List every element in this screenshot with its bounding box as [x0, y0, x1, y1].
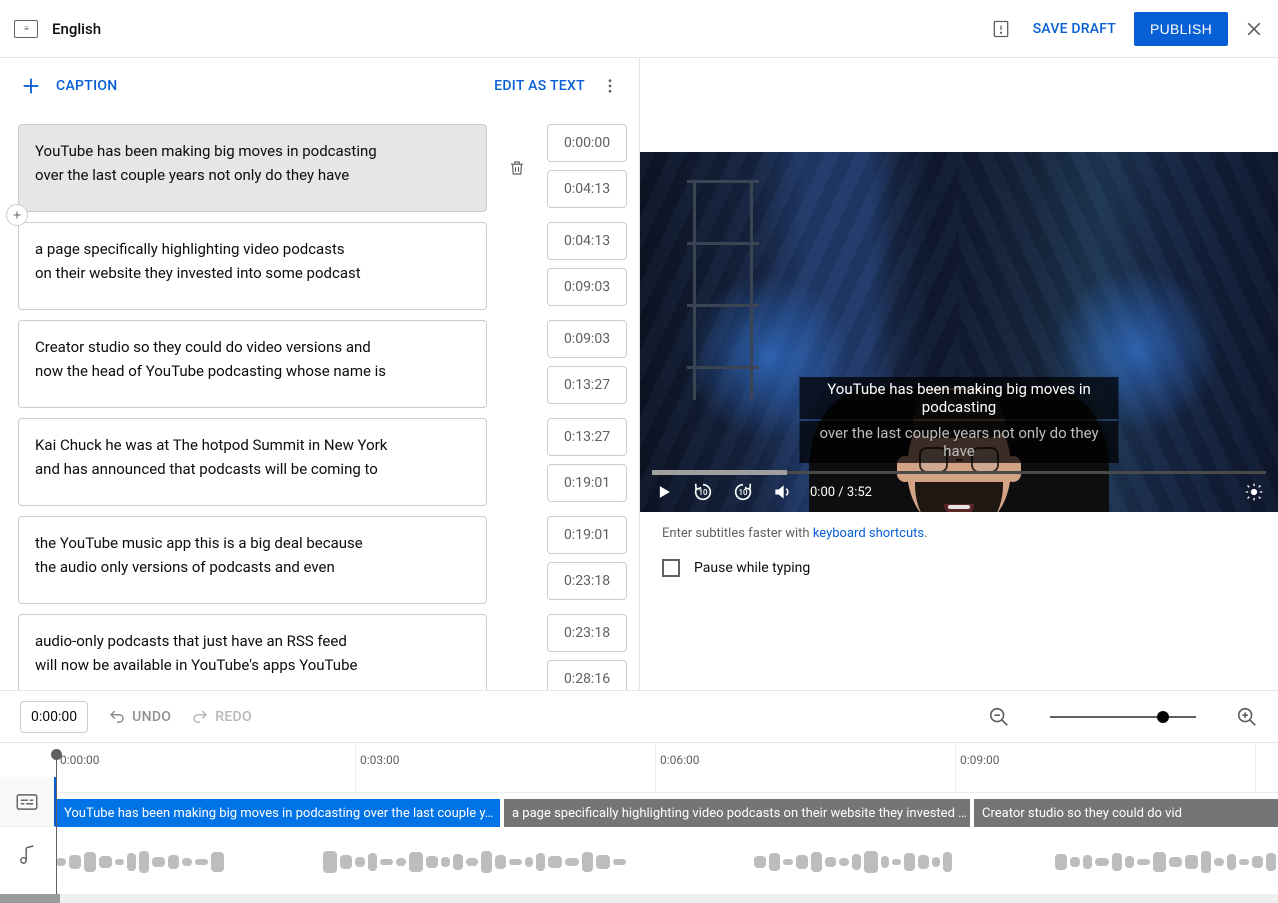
keyboard-shortcuts-link[interactable]: keyboard shortcuts — [813, 526, 924, 541]
insert-caption-icon[interactable] — [6, 204, 28, 226]
undo-button[interactable]: UNDO — [108, 708, 171, 726]
volume-icon[interactable] — [772, 482, 792, 502]
caption-end-time[interactable]: 0:19:01 — [547, 464, 627, 502]
ruler-tick: 0:03:00 — [356, 743, 656, 792]
caption-start-time[interactable]: 0:13:27 — [547, 418, 627, 456]
caption-button[interactable]: CAPTION — [56, 78, 118, 94]
settings-icon[interactable] — [1244, 482, 1264, 502]
pause-while-typing-label: Pause while typing — [694, 560, 810, 576]
timeline-scrollbar[interactable] — [0, 894, 1278, 903]
caption-row: the YouTube music app this is a big deal… — [18, 516, 627, 604]
caption-row: Kai Chuck he was at The hotpod Summit in… — [18, 418, 627, 506]
captions-track-icon[interactable] — [0, 777, 56, 827]
captions-toolbar: CAPTION EDIT AS TEXT — [0, 58, 639, 114]
captions-track[interactable]: YouTube has been making big moves in pod… — [56, 793, 1278, 829]
caption-time-column: 0:19:01 0:23:18 — [547, 516, 627, 604]
ruler-tick: 0:09:00 — [956, 743, 1256, 792]
main-area: CAPTION EDIT AS TEXT YouTube has been ma… — [0, 58, 1278, 690]
caption-row-actions — [503, 320, 531, 408]
ruler-tick: 0:00:00 — [56, 743, 356, 792]
add-caption-icon[interactable] — [20, 75, 42, 97]
save-draft-button[interactable]: SAVE DRAFT — [1033, 21, 1116, 37]
caption-start-time[interactable]: 0:19:01 — [547, 516, 627, 554]
timeline-ruler[interactable]: 0:00:000:03:000:06:000:09:000:11:04 — [56, 743, 1278, 793]
caption-row: Creator studio so they could do video ve… — [18, 320, 627, 408]
preview-panel: YouTube has been making big moves in pod… — [640, 58, 1278, 690]
caption-segment[interactable]: Creator studio so they could do vid — [974, 799, 1278, 827]
caption-row-actions — [503, 124, 531, 212]
caption-time-column: 0:09:03 0:13:27 — [547, 320, 627, 408]
caption-start-time[interactable]: 0:09:03 — [547, 320, 627, 358]
caption-segment[interactable]: a page specifically highlighting video p… — [504, 799, 970, 827]
audio-waveform[interactable] — [56, 829, 1278, 889]
zoom-in-icon[interactable] — [1236, 706, 1258, 728]
caption-text-input[interactable]: Kai Chuck he was at The hotpod Summit in… — [18, 418, 487, 506]
video-player[interactable]: YouTube has been making big moves in pod… — [640, 152, 1278, 512]
video-controls: 10 10 0:00 / 3:52 — [640, 472, 1278, 512]
publish-button[interactable]: PUBLISH — [1134, 12, 1228, 46]
pause-while-typing-row: Pause while typing — [640, 541, 1278, 595]
captions-panel: CAPTION EDIT AS TEXT YouTube has been ma… — [0, 58, 640, 690]
caption-end-time[interactable]: 0:09:03 — [547, 268, 627, 306]
play-icon[interactable] — [654, 482, 674, 502]
caption-text-input[interactable]: the YouTube music app this is a big deal… — [18, 516, 487, 604]
language-label: English — [52, 20, 101, 38]
caption-text-input[interactable]: a page specifically highlighting video p… — [18, 222, 487, 310]
timeline-tracks[interactable]: 0:00:000:03:000:06:000:09:000:11:04 YouT… — [56, 743, 1278, 894]
more-options-icon[interactable] — [601, 77, 619, 95]
shortcuts-hint: Enter subtitles faster with keyboard sho… — [640, 512, 1278, 541]
caption-row-actions — [503, 614, 531, 690]
delete-caption-icon[interactable] — [508, 159, 526, 177]
caption-row: YouTube has been making big moves in pod… — [18, 124, 627, 212]
timeline-time-input[interactable]: 0:00:00 — [20, 701, 88, 733]
pause-while-typing-checkbox[interactable] — [662, 559, 680, 577]
ruler-tick: 0:06:00 — [656, 743, 956, 792]
caption-end-time[interactable]: 0:28:16 — [547, 660, 627, 690]
playhead[interactable] — [56, 753, 57, 894]
caption-start-time[interactable]: 0:04:13 — [547, 222, 627, 260]
caption-time-column: 0:23:18 0:28:16 — [547, 614, 627, 690]
timeline-body: 0:00:000:03:000:06:000:09:000:11:04 YouT… — [0, 743, 1278, 894]
close-icon[interactable] — [1244, 19, 1264, 39]
edit-as-text-button[interactable]: EDIT AS TEXT — [494, 78, 585, 94]
zoom-slider[interactable] — [1050, 716, 1196, 718]
caption-text-input[interactable]: audio-only podcasts that just have an RS… — [18, 614, 487, 690]
caption-row: audio-only podcasts that just have an RS… — [18, 614, 627, 690]
forward-10-icon[interactable]: 10 — [732, 481, 754, 503]
caption-overlay-line2: over the last couple years not only do t… — [800, 421, 1119, 463]
timeline-track-icons — [0, 743, 56, 894]
caption-time-column: 0:04:13 0:09:03 — [547, 222, 627, 310]
caption-overlay-line1: YouTube has been making big moves in pod… — [800, 377, 1119, 419]
captions-list[interactable]: YouTube has been making big moves in pod… — [0, 114, 639, 690]
caption-row-actions — [503, 418, 531, 506]
caption-text-input[interactable]: YouTube has been making big moves in pod… — [18, 124, 487, 212]
audio-track-icon[interactable] — [0, 831, 56, 879]
caption-segment[interactable]: YouTube has been making big moves in pod… — [56, 799, 500, 827]
caption-end-time[interactable]: 0:23:18 — [547, 562, 627, 600]
caption-end-time[interactable]: 0:04:13 — [547, 170, 627, 208]
caption-time-column: 0:13:27 0:19:01 — [547, 418, 627, 506]
feedback-icon[interactable] — [991, 19, 1011, 39]
caption-end-time[interactable]: 0:13:27 — [547, 366, 627, 404]
header: ≡ English SAVE DRAFT PUBLISH — [0, 0, 1278, 58]
rewind-10-icon[interactable]: 10 — [692, 481, 714, 503]
caption-row-actions — [503, 222, 531, 310]
caption-overlay: YouTube has been making big moves in pod… — [800, 376, 1119, 464]
zoom-out-icon[interactable] — [988, 706, 1010, 728]
caption-start-time[interactable]: 0:23:18 — [547, 614, 627, 652]
timeline-panel: 0:00:00 UNDO REDO 0:00:000:03:000:06:000… — [0, 690, 1278, 903]
caption-time-column: 0:00:00 0:04:13 — [547, 124, 627, 212]
caption-start-time[interactable]: 0:00:00 — [547, 124, 627, 162]
caption-row-actions — [503, 516, 531, 604]
caption-row: a page specifically highlighting video p… — [18, 222, 627, 310]
video-time: 0:00 / 3:52 — [810, 485, 872, 500]
subtitle-editor-icon: ≡ — [14, 20, 38, 38]
caption-text-input[interactable]: Creator studio so they could do video ve… — [18, 320, 487, 408]
redo-button[interactable]: REDO — [191, 708, 252, 726]
timeline-toolbar: 0:00:00 UNDO REDO — [0, 691, 1278, 743]
